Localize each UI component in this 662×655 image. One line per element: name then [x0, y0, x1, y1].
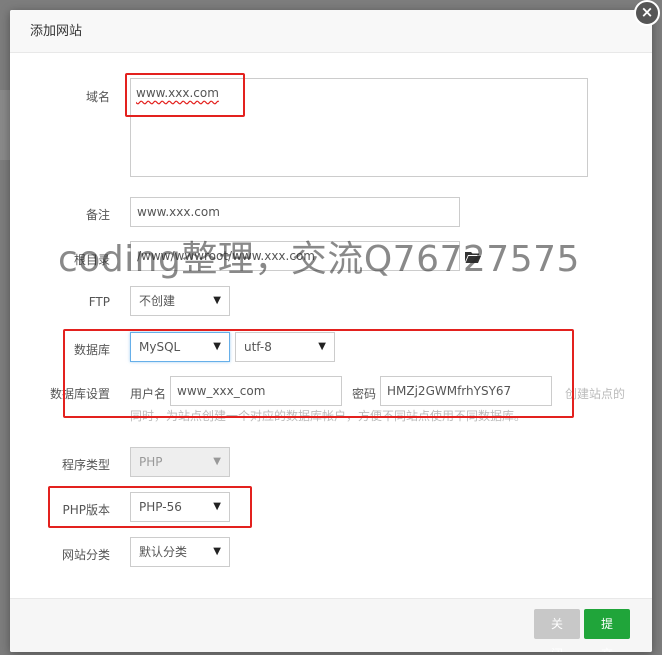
program-type-label: 程序类型: [61, 458, 110, 472]
dialog-title: 添加网站: [10, 10, 652, 53]
ftp-label: FTP: [88, 295, 110, 309]
program-type-select: PHP ▼: [130, 447, 230, 477]
php-version-value: PHP-56: [139, 500, 182, 514]
php-version-select[interactable]: PHP-56 ▼: [130, 492, 230, 522]
db-hint-right: 创建站点的: [565, 387, 626, 401]
database-select-value: MySQL: [139, 340, 181, 354]
remark-input[interactable]: [130, 197, 460, 227]
remark-label: 备注: [85, 208, 110, 222]
caret-down-icon: ▼: [213, 295, 221, 306]
close-button[interactable]: 关闭: [534, 609, 580, 652]
caret-down-icon: ▼: [213, 456, 221, 467]
db-settings-label: 数据库设置: [49, 387, 110, 401]
background-overlay: [0, 90, 10, 160]
ftp-select[interactable]: 不创建 ▼: [130, 286, 230, 316]
folder-icon[interactable]: [465, 251, 481, 263]
dialog-footer: 关闭 提交: [10, 598, 652, 652]
close-icon[interactable]: ×: [634, 0, 660, 26]
program-type-value: PHP: [139, 455, 163, 469]
caret-down-icon: ▼: [213, 501, 221, 512]
caret-down-icon: ▼: [213, 546, 221, 557]
domain-value-text: www.xxx.com: [136, 86, 219, 100]
db-password-input[interactable]: [380, 376, 552, 406]
db-hint-line2: 同时，为站点创建一个对应的数据库帐户，方便不同站点使用不同数据库。: [130, 409, 527, 423]
site-category-value: 默认分类: [139, 545, 188, 559]
caret-down-icon: ▼: [213, 341, 221, 352]
add-site-dialog: 添加网站 域名 备注 根目录 FTP 不创建 ▼ 数据库 MySQL ▼ utf…: [10, 10, 652, 652]
root-dir-label: 根目录: [73, 253, 110, 267]
charset-select[interactable]: utf-8 ▼: [235, 332, 335, 362]
charset-select-value: utf-8: [244, 340, 272, 354]
ftp-select-value: 不创建: [139, 294, 176, 308]
domain-label: 域名: [85, 90, 110, 104]
site-category-label: 网站分类: [61, 548, 110, 562]
db-user-label: 用户名: [130, 387, 167, 401]
site-category-select[interactable]: 默认分类 ▼: [130, 537, 230, 567]
submit-button[interactable]: 提交: [584, 609, 630, 652]
php-version-label: PHP版本: [62, 503, 111, 517]
root-dir-input[interactable]: [130, 241, 460, 271]
caret-down-icon: ▼: [318, 341, 326, 352]
database-select[interactable]: MySQL ▼: [130, 332, 230, 362]
db-user-input[interactable]: [170, 376, 342, 406]
db-password-label: 密码: [352, 387, 377, 401]
database-label: 数据库: [73, 343, 110, 357]
